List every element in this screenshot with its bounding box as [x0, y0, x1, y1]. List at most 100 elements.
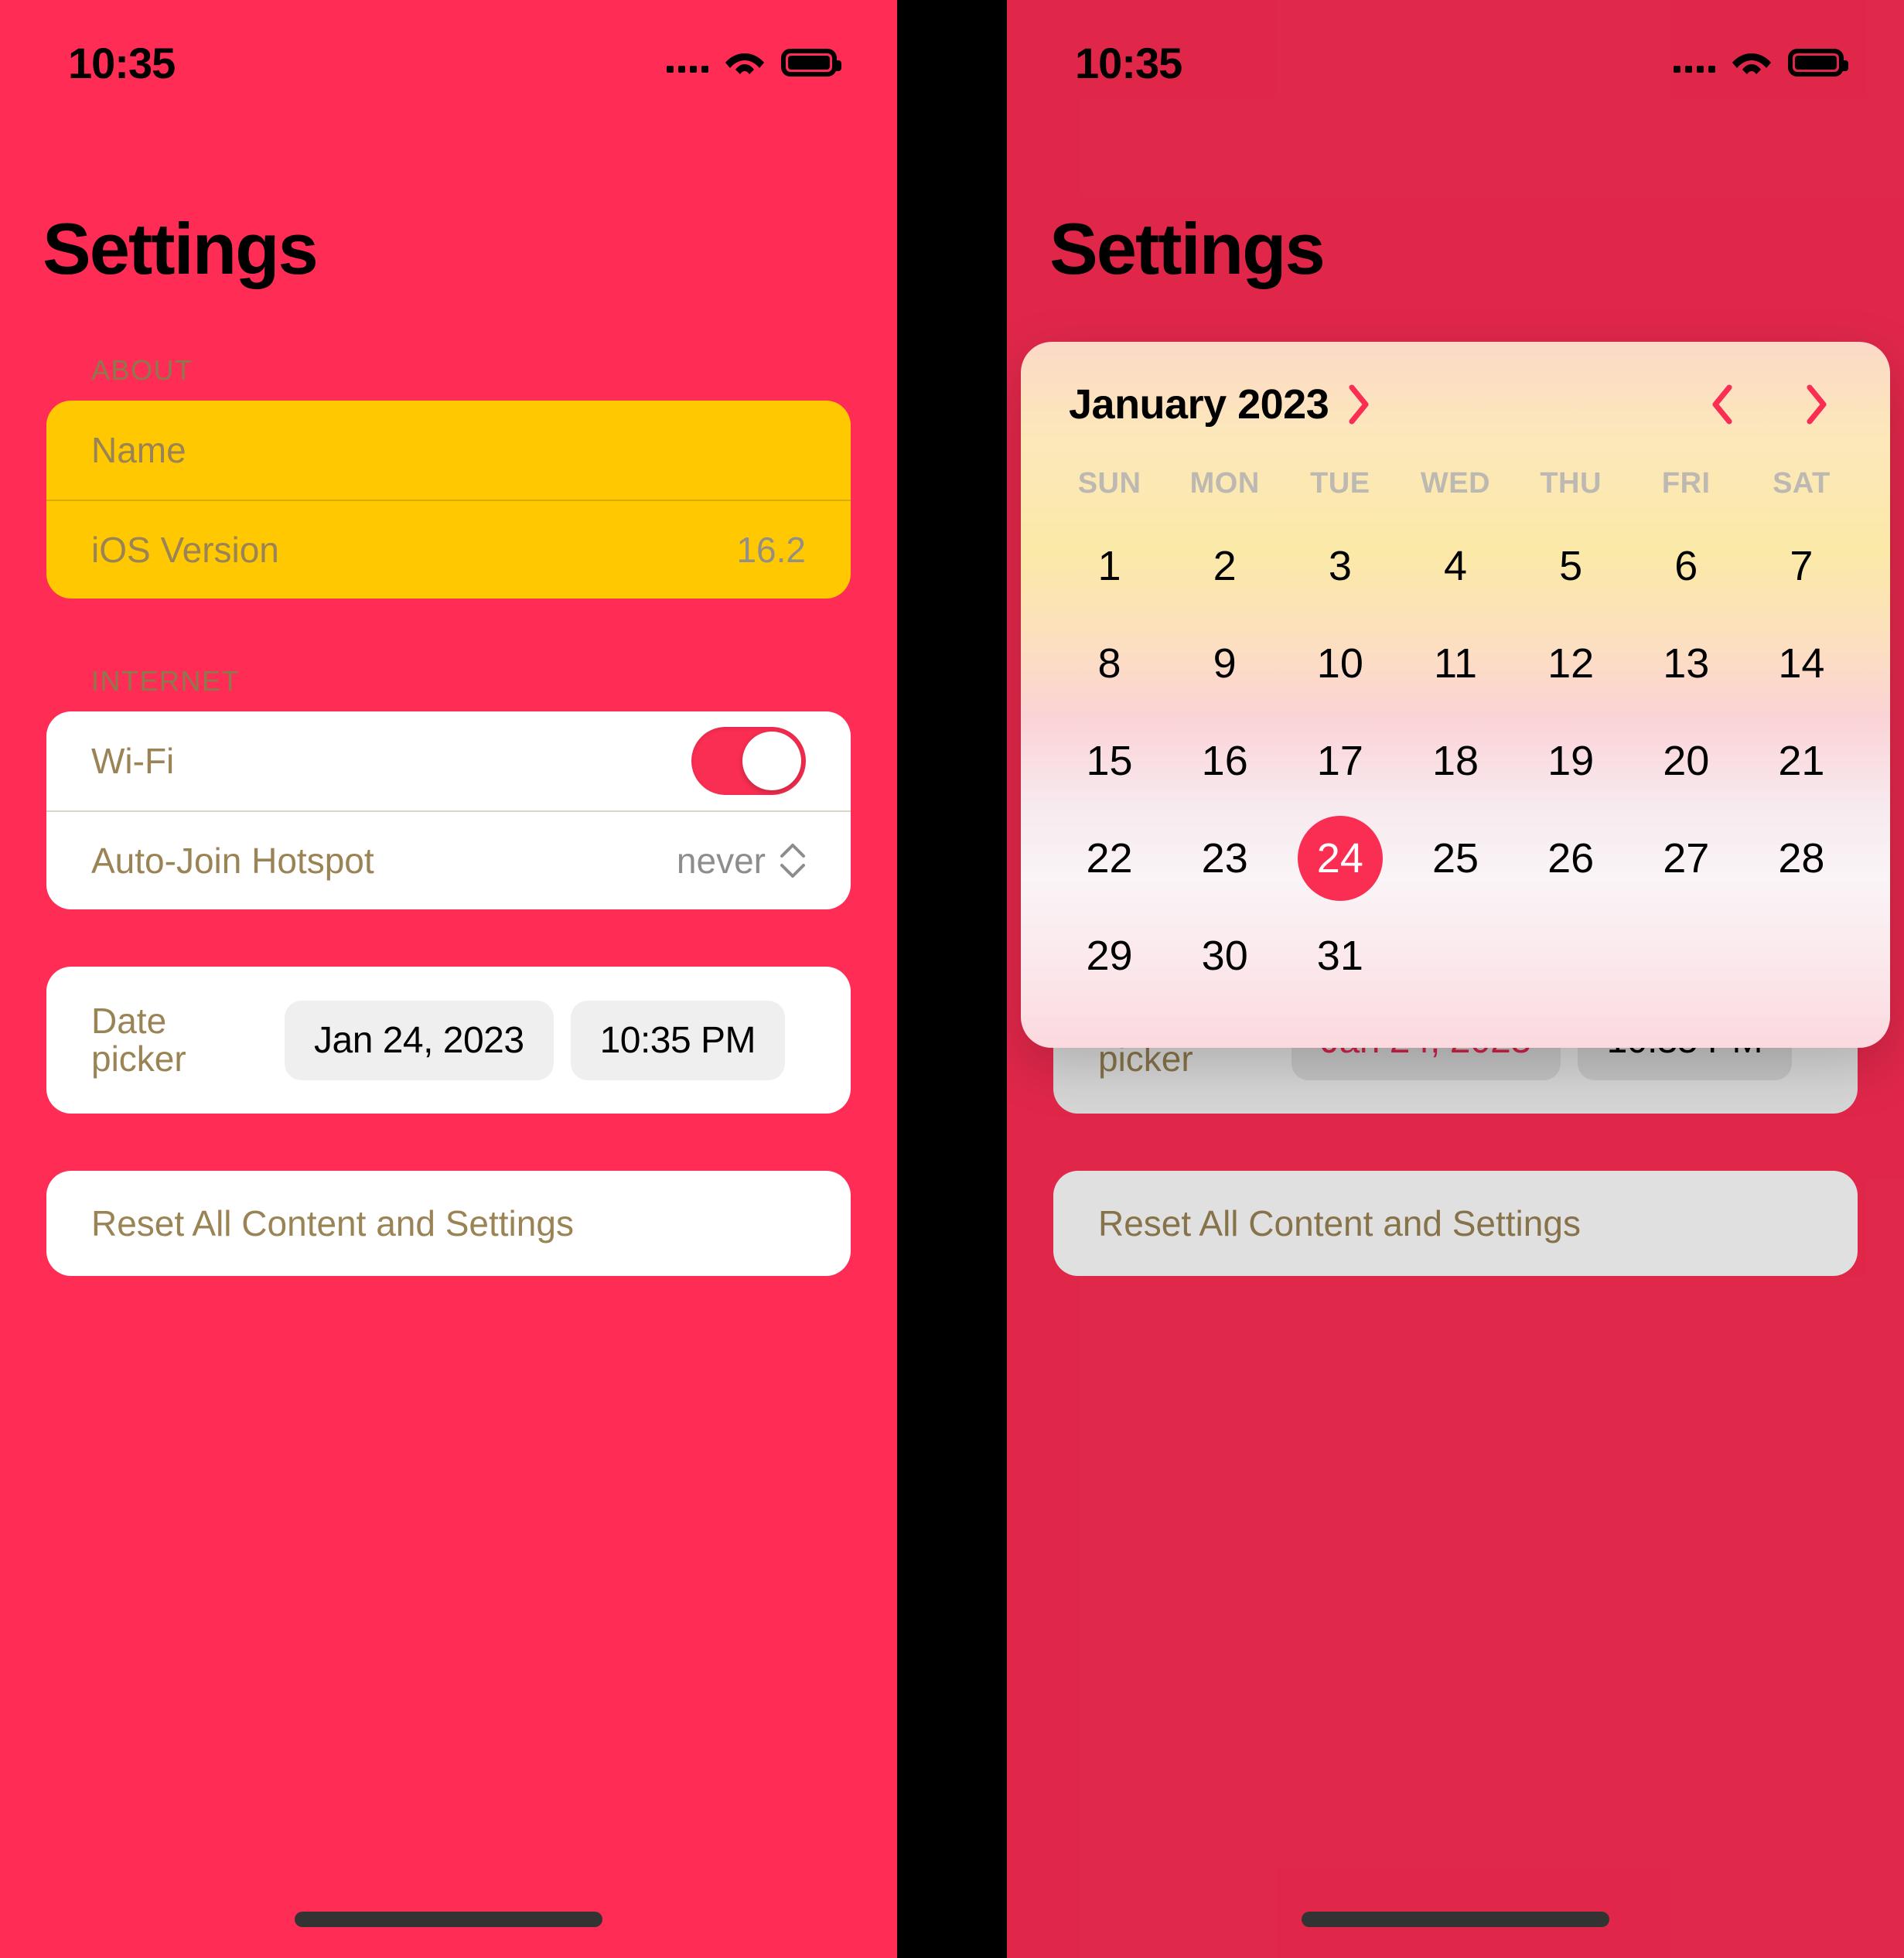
- page-title-right: Settings: [1049, 208, 1326, 289]
- calendar-day[interactable]: 15: [1061, 712, 1158, 810]
- calendar-day[interactable]: 17: [1292, 712, 1389, 810]
- chevron-up-down-icon: [780, 844, 805, 878]
- calendar-day[interactable]: 28: [1752, 810, 1850, 907]
- auto-join-hotspot-value: never: [676, 841, 766, 881]
- calendar-day-selected[interactable]: 24: [1297, 816, 1383, 901]
- calendar-day[interactable]: 18: [1407, 712, 1504, 810]
- section-label-internet: INTERNET: [91, 665, 240, 697]
- calendar-day[interactable]: 1: [1061, 517, 1158, 615]
- calendar-day[interactable]: 20: [1637, 712, 1735, 810]
- reset-card-right: Reset All Content and Settings: [1053, 1171, 1858, 1276]
- battery-full-icon: [781, 49, 841, 77]
- reset-button-label-right: Reset All Content and Settings: [1098, 1203, 1581, 1243]
- day-header-mon: MON: [1189, 467, 1260, 500]
- row-label-auto-join-hotspot: Auto-Join Hotspot: [91, 841, 374, 881]
- calendar-nav: [1709, 383, 1842, 426]
- calendar-month-title: January 2023: [1069, 381, 1329, 428]
- day-header-tue: TUE: [1310, 467, 1370, 500]
- phone-screen-left: 10:35 Settings ABOUT Name iOS Version 16…: [0, 0, 897, 1958]
- day-header-wed: WED: [1420, 467, 1491, 500]
- signal-dots-icon: [667, 53, 708, 73]
- row-ios-version: iOS Version 16.2: [46, 500, 851, 599]
- status-bar-indicators-right: [1674, 47, 1848, 78]
- calendar-day[interactable]: 8: [1061, 615, 1158, 712]
- internet-card: Wi-Fi Auto-Join Hotspot never: [46, 711, 851, 909]
- calendar-day[interactable]: 11: [1407, 615, 1504, 712]
- day-header-sun: SUN: [1077, 467, 1141, 500]
- status-bar-time: 10:35: [68, 38, 176, 87]
- home-indicator-right[interactable]: [1302, 1912, 1609, 1927]
- calendar-day[interactable]: 29: [1061, 907, 1158, 1005]
- home-indicator[interactable]: [295, 1912, 602, 1927]
- calendar-day[interactable]: 22: [1061, 810, 1158, 907]
- dual-screenshot-stage: 10:35 Settings ABOUT Name iOS Version 16…: [0, 0, 1904, 1958]
- panel-divider: [897, 0, 1007, 1958]
- day-header-fri: FRI: [1661, 467, 1711, 500]
- auto-join-hotspot-stepper[interactable]: never: [677, 840, 806, 882]
- calendar-day[interactable]: 7: [1752, 517, 1850, 615]
- calendar-week-row: 1 2 3 4 5 6 7: [1052, 517, 1859, 615]
- reset-button-label: Reset All Content and Settings: [91, 1203, 574, 1243]
- row-label-name: Name: [91, 430, 186, 470]
- calendar-day[interactable]: 5: [1522, 517, 1619, 615]
- page-title: Settings: [43, 208, 319, 289]
- settings-content-left: ABOUT Name iOS Version 16.2 INTERNET Wi-…: [0, 333, 897, 1276]
- row-reset[interactable]: Reset All Content and Settings: [46, 1171, 851, 1276]
- calendar-day[interactable]: 25: [1407, 810, 1504, 907]
- calendar-day[interactable]: 10: [1292, 615, 1389, 712]
- section-label-about: ABOUT: [91, 354, 193, 386]
- calendar-day[interactable]: 16: [1176, 712, 1274, 810]
- calendar-week-row: 29 30 31: [1052, 907, 1859, 1005]
- chevron-left-icon[interactable]: [1709, 383, 1735, 426]
- wifi-toggle[interactable]: [691, 727, 806, 795]
- row-date-picker: Date picker Jan 24, 2023 10:35 PM: [46, 967, 851, 1114]
- chevron-right-icon[interactable]: [1803, 383, 1830, 426]
- date-value-button[interactable]: Jan 24, 2023: [285, 1000, 554, 1080]
- calendar-header: January 2023: [1052, 370, 1859, 436]
- calendar-day[interactable]: 6: [1637, 517, 1735, 615]
- row-reset-right[interactable]: Reset All Content and Settings: [1053, 1171, 1858, 1276]
- calendar-day-headers: SUN MON TUE WED THU FRI SAT: [1052, 459, 1859, 517]
- calendar-week-row: 15 16 17 18 19 20 21: [1052, 712, 1859, 810]
- calendar-week-row: 8 9 10 11 12 13 14: [1052, 615, 1859, 712]
- status-bar-right: 10:35: [1007, 0, 1904, 108]
- calendar-day[interactable]: 14: [1752, 615, 1850, 712]
- row-auto-join-hotspot: Auto-Join Hotspot never: [46, 810, 851, 909]
- row-value-ios-version: 16.2: [736, 530, 806, 570]
- toggle-knob: [742, 732, 801, 790]
- calendar-popover: January 2023 SUN MON TUE WED THU FRI SAT…: [1021, 342, 1890, 1048]
- chevron-right-icon: [1349, 384, 1369, 425]
- calendar-day[interactable]: 21: [1752, 712, 1850, 810]
- reset-card: Reset All Content and Settings: [46, 1171, 851, 1276]
- status-bar-indicators: [667, 47, 841, 78]
- date-picker-card: Date picker Jan 24, 2023 10:35 PM: [46, 967, 851, 1114]
- signal-dots-icon: [1674, 53, 1715, 73]
- calendar-day[interactable]: 2: [1176, 517, 1274, 615]
- calendar-month-selector[interactable]: January 2023: [1069, 380, 1372, 428]
- time-value-button[interactable]: 10:35 PM: [570, 1000, 786, 1080]
- calendar-day[interactable]: 23: [1176, 810, 1274, 907]
- status-bar-time-right: 10:35: [1075, 38, 1182, 87]
- status-bar: 10:35: [0, 0, 897, 108]
- calendar-day[interactable]: 3: [1292, 517, 1389, 615]
- phone-screen-right: 10:35 Settings ABOUT Name iOS Version: [1007, 0, 1904, 1958]
- calendar-day[interactable]: 31: [1292, 907, 1389, 1005]
- date-picker-label: Date picker: [91, 1000, 285, 1079]
- row-name[interactable]: Name: [46, 401, 851, 500]
- row-label-wifi: Wi-Fi: [91, 741, 175, 781]
- calendar-day[interactable]: 30: [1176, 907, 1274, 1005]
- calendar-day[interactable]: 19: [1522, 712, 1619, 810]
- calendar-day[interactable]: 9: [1176, 615, 1274, 712]
- calendar-day[interactable]: 26: [1522, 810, 1619, 907]
- calendar-day[interactable]: 13: [1637, 615, 1735, 712]
- calendar-grid: SUN MON TUE WED THU FRI SAT 1 2 3 4 5 6 …: [1052, 459, 1859, 1005]
- wifi-icon: [725, 53, 764, 74]
- calendar-day[interactable]: 27: [1637, 810, 1735, 907]
- date-picker-label-line1: Date: [91, 1000, 167, 1041]
- date-picker-label-line2: picker: [91, 1039, 186, 1079]
- calendar-day[interactable]: 12: [1522, 615, 1619, 712]
- calendar-day[interactable]: 4: [1407, 517, 1504, 615]
- row-wifi: Wi-Fi: [46, 711, 851, 810]
- row-label-ios-version: iOS Version: [91, 530, 279, 570]
